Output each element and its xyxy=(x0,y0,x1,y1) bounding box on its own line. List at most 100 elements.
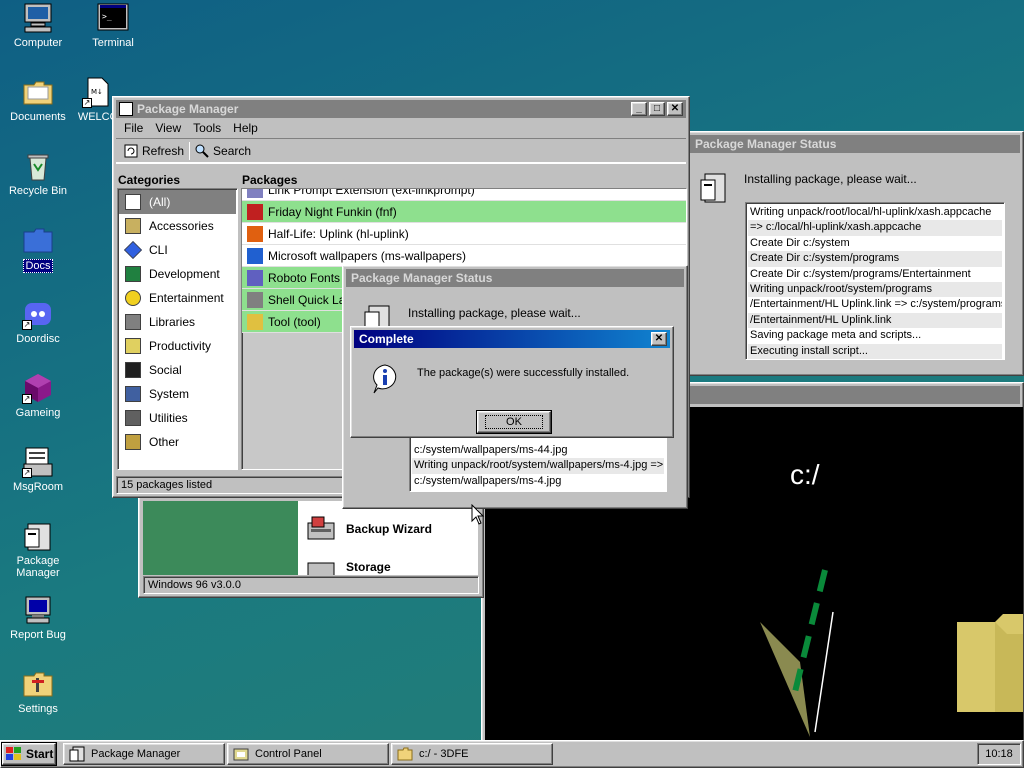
explorer-3d-path: c:/ xyxy=(790,459,820,490)
start-label: Start xyxy=(26,747,54,761)
minimize-button[interactable]: _ xyxy=(631,102,647,116)
desktop-icon-docs[interactable]: Docs xyxy=(0,224,76,273)
complete-dialog[interactable]: Complete ✕ The package(s) were successfu… xyxy=(350,326,674,438)
cube-icon: ↗ xyxy=(22,372,54,404)
control-panel-items: Backup Wizard Storage xyxy=(298,501,478,575)
other-icon xyxy=(125,434,141,450)
desktop-icon-label: Settings xyxy=(18,703,58,715)
category-item[interactable]: Social xyxy=(119,358,236,382)
status-window-back[interactable]: Package Manager Status Installing packag… xyxy=(686,131,1024,376)
package-item[interactable]: Microsoft wallpapers (ms-wallpapers) xyxy=(242,245,686,267)
close-button[interactable]: ✕ xyxy=(667,102,683,116)
log-line: c:/system/wallpapers/ms-4.jpg xyxy=(414,474,562,487)
packages-header: Packages xyxy=(242,173,298,187)
package-manager-titlebar[interactable]: Package Manager _ □ ✕ xyxy=(116,100,686,118)
info-icon xyxy=(369,363,401,398)
search-label: Search xyxy=(213,144,252,158)
ok-button[interactable]: OK xyxy=(476,410,552,434)
category-label: CLI xyxy=(149,243,168,257)
package-name: Half-Life: Uplink (hl-uplink) xyxy=(268,226,409,241)
taskbar-item-label: Control Panel xyxy=(255,748,322,760)
control-panel-item-backup-wizard[interactable]: Backup Wizard xyxy=(306,515,432,543)
category-item[interactable]: (All) xyxy=(119,190,236,214)
start-button[interactable]: Start xyxy=(1,742,57,766)
desktop-icon-package-manager[interactable]: Package Manager xyxy=(0,520,76,579)
menu-view[interactable]: View xyxy=(149,121,187,135)
package-item[interactable]: Link Prompt Extension (ext-linkprompt) xyxy=(242,189,686,201)
log-line: Saving package meta and scripts... xyxy=(750,329,922,342)
menu-bar: File View Tools Help xyxy=(116,118,686,138)
desktop-icon-computer[interactable]: Computer xyxy=(0,2,76,49)
desktop-icon-settings[interactable]: Settings xyxy=(0,668,76,715)
categories-list[interactable]: (All) Accessories CLI Development Entertainm… xyxy=(117,188,238,470)
desktop-icon-gameing[interactable]: ↗ Gameing xyxy=(0,372,76,419)
search-icon xyxy=(195,144,209,158)
taskbar-item-label: Package Manager xyxy=(91,748,181,760)
menu-file[interactable]: File xyxy=(118,121,149,135)
package-name: Tool (tool) xyxy=(268,314,321,329)
control-panel-item-label: Storage xyxy=(346,560,391,574)
package-item[interactable]: Half-Life: Uplink (hl-uplink) xyxy=(242,223,686,245)
category-label: Other xyxy=(149,435,180,449)
productivity-icon xyxy=(125,338,141,354)
log-line: Executing install script... xyxy=(748,343,1002,359)
menu-tools[interactable]: Tools xyxy=(187,121,227,135)
category-item[interactable]: Utilities xyxy=(119,406,236,430)
category-item[interactable]: Libraries xyxy=(119,310,236,334)
desktop-icon-label: Recycle Bin xyxy=(8,185,68,197)
folder-icon[interactable] xyxy=(955,612,1023,712)
install-log[interactable]: Writing unpack/root/local/hl-uplink/xash… xyxy=(745,202,1005,360)
desktop-icon-documents[interactable]: Documents xyxy=(0,76,76,123)
category-label: Accessories xyxy=(149,219,214,233)
discord-icon: ↗ xyxy=(22,298,54,330)
complete-dialog-titlebar[interactable]: Complete ✕ xyxy=(354,330,670,348)
shortcut-arrow-icon: ↗ xyxy=(82,98,92,108)
menu-help[interactable]: Help xyxy=(227,121,264,135)
category-item[interactable]: Other xyxy=(119,430,236,454)
desktop-icon-doordisc[interactable]: ↗ Doordisc xyxy=(0,298,76,345)
category-item[interactable]: Development xyxy=(119,262,236,286)
control-panel-sidebar xyxy=(143,501,298,575)
dialog-title: Complete xyxy=(359,332,414,346)
window-title: Package Manager Status xyxy=(695,137,837,151)
desktop-icon-recycle-bin[interactable]: Recycle Bin xyxy=(0,150,76,197)
taskbar-item-3dfe[interactable]: c:/ - 3DFE xyxy=(391,743,553,765)
category-item[interactable]: Productivity xyxy=(119,334,236,358)
desktop-icon-terminal[interactable]: >_ Terminal xyxy=(75,2,151,49)
desktop-icon-label: Report Bug xyxy=(10,629,66,641)
taskbar-item-control-panel[interactable]: Control Panel xyxy=(227,743,389,765)
package-icon xyxy=(119,102,133,116)
window-title: Package Manager xyxy=(137,102,239,116)
category-label: (All) xyxy=(149,195,171,209)
category-item[interactable]: Accessories xyxy=(119,214,236,238)
status-window-front-titlebar[interactable]: Package Manager Status xyxy=(346,269,684,287)
search-button[interactable]: Search xyxy=(190,142,256,160)
category-item[interactable]: Entertainment xyxy=(119,286,236,310)
system-clock[interactable]: 10:18 xyxy=(977,743,1021,765)
all-icon xyxy=(125,194,141,210)
accessories-icon xyxy=(125,218,141,234)
close-button[interactable]: ✕ xyxy=(651,332,667,346)
desktop-icon-msgroom[interactable]: ↗ MsgRoom xyxy=(0,446,76,493)
control-panel-item-storage[interactable]: Storage xyxy=(306,557,391,575)
tool-icon xyxy=(247,313,263,330)
desktop-icon-report-bug[interactable]: Report Bug xyxy=(0,594,76,641)
taskbar-item-label: c:/ - 3DFE xyxy=(419,748,469,760)
maximize-button[interactable]: □ xyxy=(649,102,665,116)
settings-icon xyxy=(22,668,54,700)
status-window-back-titlebar[interactable]: Package Manager Status xyxy=(690,135,1020,153)
log-line: Create Dir c:/system xyxy=(750,236,850,249)
refresh-button[interactable]: Refresh xyxy=(119,142,189,160)
control-panel-statusbar: Windows 96 v3.0.0 xyxy=(143,576,479,594)
control-panel-item-label: Backup Wizard xyxy=(346,522,432,536)
log-line: /Entertainment/HL Uplink.link xyxy=(748,312,1002,329)
desktop-icon-label: Computer xyxy=(13,37,63,49)
category-item[interactable]: CLI xyxy=(119,238,236,262)
status-message: Installing package, please wait... xyxy=(408,306,581,320)
category-item[interactable]: System xyxy=(119,382,236,406)
package-item[interactable]: Friday Night Funkin (fnf) xyxy=(242,201,686,223)
entertainment-icon xyxy=(125,290,141,306)
taskbar-item-package-manager[interactable]: Package Manager xyxy=(63,743,225,765)
log-line: /Entertainment/HL Uplink.link => c:/syst… xyxy=(750,298,1002,311)
categories-header: Categories xyxy=(118,173,181,187)
